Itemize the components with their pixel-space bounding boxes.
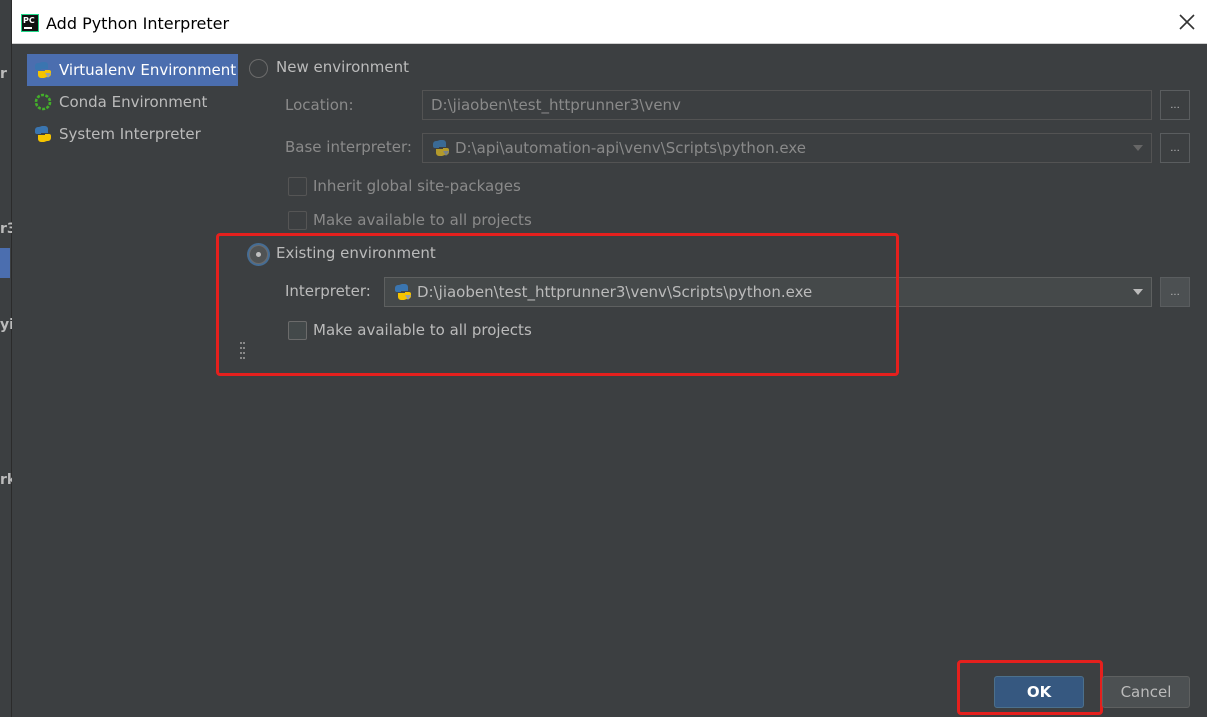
dialog-title: Add Python Interpreter (46, 14, 230, 33)
base-interpreter-label: Base interpreter: (285, 138, 412, 156)
location-label: Location: (285, 96, 354, 114)
environment-type-list: Virtualenv Environment Conda Environment… (12, 44, 240, 717)
new-env-make-available-label: Make available to all projects (313, 211, 532, 229)
sidebar-item-label: System Interpreter (59, 125, 201, 143)
cancel-button[interactable]: Cancel (1102, 676, 1190, 708)
chevron-down-icon[interactable] (1125, 134, 1151, 162)
add-python-interpreter-dialog: PC Add Python Interpreter Virtualenv Env… (12, 0, 1207, 717)
pycharm-logo-icon: PC (21, 14, 39, 32)
new-environment-label: New environment (276, 58, 410, 76)
close-icon[interactable] (1177, 12, 1197, 32)
chevron-down-icon[interactable] (1125, 278, 1151, 306)
background-ide-strip (0, 0, 12, 717)
ok-button[interactable]: OK (994, 676, 1084, 708)
python-icon (33, 124, 53, 144)
new-env-make-available-checkbox[interactable] (288, 211, 307, 230)
base-interpreter-value: D:\api\automation-api\venv\Scripts\pytho… (455, 139, 806, 157)
sidebar-item-conda[interactable]: Conda Environment (27, 86, 238, 118)
title-bar: PC Add Python Interpreter (12, 0, 1207, 44)
base-interpreter-browse-button[interactable]: ... (1160, 133, 1190, 163)
conda-icon (33, 92, 53, 112)
interpreter-browse-button[interactable]: ... (1160, 277, 1190, 307)
background-ide-text: r (0, 66, 7, 82)
location-browse-button[interactable]: ... (1160, 90, 1190, 120)
sidebar-item-system-interpreter[interactable]: System Interpreter (27, 118, 238, 150)
new-environment-radio[interactable] (249, 59, 268, 78)
inherit-site-packages-checkbox[interactable] (288, 177, 307, 196)
location-value: D:\jiaoben\test_httprunner3\venv (431, 96, 681, 114)
location-field[interactable]: D:\jiaoben\test_httprunner3\venv (422, 90, 1152, 120)
inherit-site-packages-label: Inherit global site-packages (313, 177, 521, 195)
sidebar-item-label: Virtualenv Environment (59, 61, 237, 79)
background-ide-selection (0, 248, 10, 278)
virtualenv-icon (433, 140, 449, 156)
sidebar-item-virtualenv[interactable]: Virtualenv Environment (27, 54, 238, 86)
virtualenv-icon (33, 60, 53, 80)
sidebar-item-label: Conda Environment (59, 93, 208, 111)
base-interpreter-combo[interactable]: D:\api\automation-api\venv\Scripts\pytho… (422, 133, 1152, 163)
highlight-box-existing-environment (216, 233, 899, 376)
